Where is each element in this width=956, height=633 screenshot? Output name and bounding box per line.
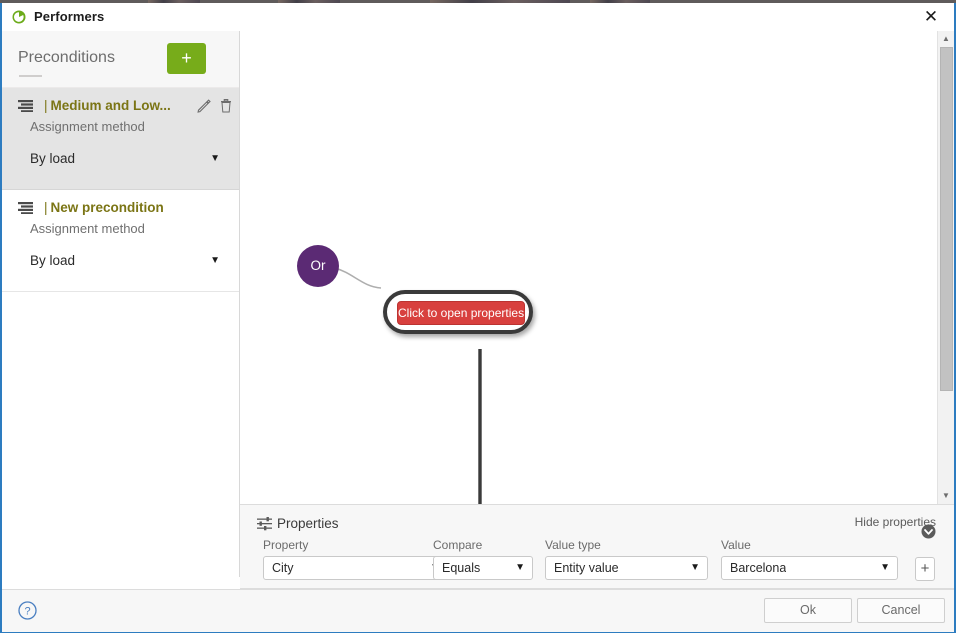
assignment-method-value: By load xyxy=(30,253,76,268)
preconditions-header: Preconditions + xyxy=(2,31,239,88)
title-bar: Performers ✕ xyxy=(2,3,954,32)
ok-button[interactable]: Ok xyxy=(764,598,852,623)
delete-trash-icon[interactable] xyxy=(218,98,234,114)
help-question-icon[interactable]: ? xyxy=(18,601,37,620)
compare-select-value: Equals xyxy=(442,561,481,575)
scroll-down-arrow-icon[interactable]: ▼ xyxy=(938,488,954,504)
scrollbar-thumb[interactable] xyxy=(940,47,953,391)
properties-panel: Properties Hide properties Property City… xyxy=(240,504,954,589)
chevron-down-circle-icon[interactable] xyxy=(921,524,936,539)
chevron-down-icon: ▼ xyxy=(515,562,525,573)
property-select[interactable]: City ▼ xyxy=(263,556,448,580)
precondition-name: New precondition xyxy=(44,200,164,215)
or-node-label: Or xyxy=(310,258,326,273)
value-select[interactable]: Barcelona ▼ xyxy=(721,556,898,580)
assignment-method-label: Assignment method xyxy=(30,119,145,134)
chevron-down-icon: ▼ xyxy=(880,562,890,573)
value-field: Value Barcelona ▼ xyxy=(721,538,898,580)
hide-properties-button[interactable]: Hide properties xyxy=(855,515,936,539)
condition-node-label: Click to open properties xyxy=(397,301,525,325)
or-operator-node[interactable]: Or xyxy=(297,245,339,287)
assignment-method-select[interactable]: By load ▼ xyxy=(18,247,230,277)
precondition-name: Medium and Low... xyxy=(44,98,171,113)
precondition-item-medium-and-low[interactable]: Medium and Low... Assignment method xyxy=(2,88,239,190)
precondition-header-row: Medium and Low... xyxy=(16,98,231,116)
property-field-label: Property xyxy=(263,538,309,552)
chevron-down-icon: ▼ xyxy=(690,562,700,573)
diagram-canvas[interactable]: Or Click to open properties xyxy=(240,31,954,504)
property-select-value: City xyxy=(272,561,294,575)
condition-node[interactable]: Click to open properties xyxy=(383,290,533,334)
assignment-method-select[interactable]: By load ▼ xyxy=(18,145,230,175)
precondition-item-new-precondition[interactable]: New precondition Assignment method By lo… xyxy=(2,190,239,292)
precondition-header-row: New precondition xyxy=(16,200,225,218)
canvas-scrollbar[interactable]: ▲ ▼ xyxy=(937,31,954,504)
assignment-method-value: By load xyxy=(30,151,76,166)
properties-title: Properties xyxy=(277,516,339,531)
value-type-field-label: Value type xyxy=(545,538,601,552)
window-title: Performers xyxy=(34,9,105,24)
performers-circle-icon xyxy=(12,10,26,24)
list-lines-icon xyxy=(18,100,33,112)
preconditions-sidebar: Preconditions + Medium and Low... xyxy=(2,31,240,577)
close-icon[interactable]: ✕ xyxy=(916,5,946,29)
compare-field-label: Compare xyxy=(433,538,483,552)
preconditions-title: Preconditions xyxy=(18,49,115,66)
value-type-select[interactable]: Entity value ▼ xyxy=(545,556,708,580)
value-select-value: Barcelona xyxy=(730,561,787,575)
sliders-icon xyxy=(257,517,272,531)
chevron-down-icon: ▼ xyxy=(210,153,220,164)
title-underline xyxy=(19,75,42,77)
svg-text:?: ? xyxy=(24,606,30,618)
add-value-button[interactable]: + xyxy=(915,557,935,581)
property-field: Property City ▼ xyxy=(263,538,448,580)
scroll-up-arrow-icon[interactable]: ▲ xyxy=(938,31,954,47)
cancel-button[interactable]: Cancel xyxy=(857,598,945,623)
list-lines-icon xyxy=(18,202,33,214)
compare-field: Compare Equals ▼ xyxy=(433,538,533,580)
assignment-method-label: Assignment method xyxy=(30,221,145,236)
dialog-footer: ? Ok Cancel xyxy=(2,589,954,632)
value-type-select-value: Entity value xyxy=(554,561,619,575)
value-type-field: Value type Entity value ▼ xyxy=(545,538,708,580)
edit-pencil-icon[interactable] xyxy=(196,98,212,114)
value-field-label: Value xyxy=(721,538,751,552)
chevron-down-icon: ▼ xyxy=(210,255,220,266)
add-precondition-button[interactable]: + xyxy=(167,43,206,74)
compare-select[interactable]: Equals ▼ xyxy=(433,556,533,580)
performers-dialog: Performers ✕ Preconditions + Medium an xyxy=(0,3,956,633)
pointer-arrow-annotation xyxy=(478,349,482,504)
